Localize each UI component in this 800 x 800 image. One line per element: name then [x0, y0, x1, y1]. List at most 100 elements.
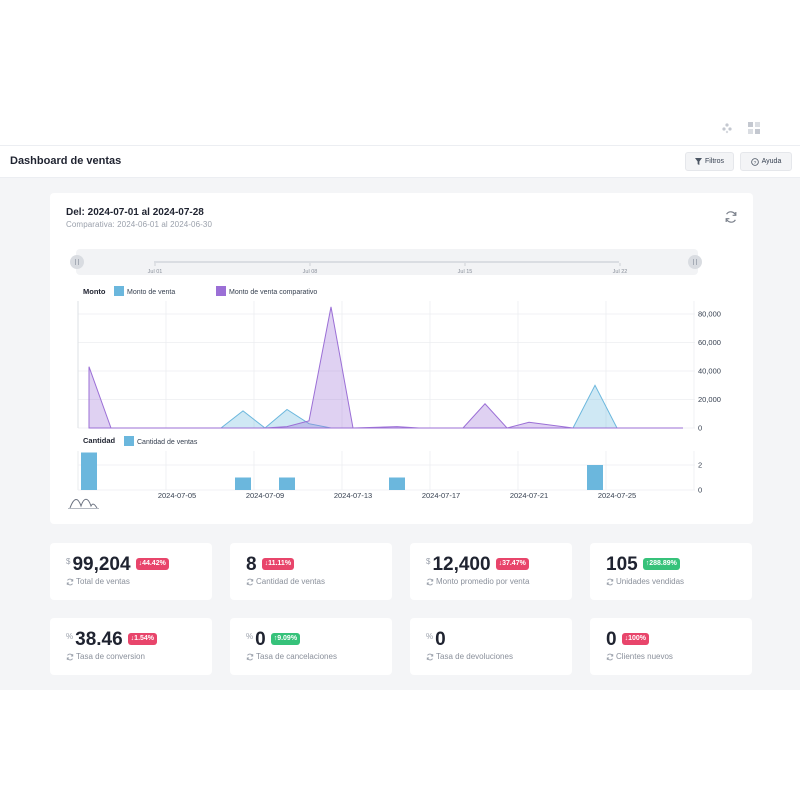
- kpi-label: Unidades vendidas: [606, 577, 684, 586]
- legend-label-comparative[interactable]: Monto de venta comparativo: [229, 289, 317, 296]
- quantity-bar[interactable]: [389, 477, 405, 491]
- kpi-label: Monto promedio por venta: [426, 577, 529, 586]
- navigator-tick-label: Jul 01: [148, 269, 163, 275]
- kpi-card[interactable]: 0 ↓100% Clientes nuevos: [590, 618, 752, 675]
- quantity-bar[interactable]: [279, 477, 295, 491]
- quantity-y-axis: 02: [698, 461, 702, 495]
- sales-chart: Jul 01 Jul 08 Jul 15 Jul 22 Monto Monto de …: [68, 249, 721, 509]
- page-title: Dashboard de ventas: [10, 155, 122, 167]
- kpi-value-row: % 0: [426, 629, 446, 650]
- help-icon: ?: [750, 157, 759, 165]
- kpi-refresh-icon: [246, 653, 254, 660]
- kpi-label: Tasa de devoluciones: [426, 652, 513, 661]
- kpi-change-badge: ↓44.42%: [135, 558, 169, 570]
- kpi-card[interactable]: $99,204 ↓44.42% Total de ventas: [50, 543, 212, 600]
- x-tick-label: 2024-07-13: [334, 491, 372, 500]
- sales-amount-area[interactable]: [89, 384, 683, 429]
- amount-y-axis: 0 20,000 40,000 60,000 80,000: [698, 310, 721, 433]
- amount-y-tick-label: 80,000: [698, 310, 721, 319]
- quantity-y-tick-label: 0: [698, 486, 702, 495]
- kpi-refresh-icon: [246, 578, 254, 585]
- amount-y-tick-label: 20,000: [698, 395, 721, 404]
- top-bar: [0, 0, 800, 146]
- legend-label-quantity[interactable]: Cantidad de ventas: [137, 439, 198, 446]
- navigator-tick-label: Jul 22: [613, 269, 628, 275]
- kpi-value-row: % 38.46 ↓1.54%: [66, 629, 158, 650]
- quantity-bar[interactable]: [235, 477, 251, 491]
- navigator-right-handle[interactable]: [688, 255, 702, 269]
- kpi-label: Total de ventas: [66, 577, 130, 586]
- kpi-value-row: $99,204 ↓44.42%: [66, 554, 169, 575]
- kpi-label-text: Clientes nuevos: [616, 652, 673, 661]
- x-tick-label: 2024-07-05: [158, 491, 196, 500]
- amount-series: [88, 306, 683, 429]
- x-tick-label: 2024-07-25: [598, 491, 636, 500]
- kpi-card[interactable]: % 38.46 ↓1.54% Tasa de conversion: [50, 618, 212, 675]
- kpi-unit-prefix: %: [246, 632, 254, 641]
- kpi-label: Cantidad de ventas: [246, 577, 325, 586]
- x-tick-label: 2024-07-21: [510, 491, 548, 500]
- kpi-unit-prefix: $: [426, 557, 431, 566]
- kpi-refresh-icon: [426, 578, 434, 585]
- quantity-bar[interactable]: [81, 452, 97, 491]
- amount-y-tick-label: 60,000: [698, 338, 721, 347]
- settings-sparkle-icon[interactable]: [720, 121, 734, 135]
- kpi-label-text: Cantidad de ventas: [256, 577, 325, 586]
- quantity-y-tick-label: 2: [698, 461, 702, 470]
- kpi-value: 12,400: [432, 554, 491, 575]
- kpi-value: 0: [255, 629, 266, 650]
- kpi-card[interactable]: % 0 Tasa de devoluciones: [410, 618, 572, 675]
- navigator-tick-label: Jul 08: [303, 269, 318, 275]
- navigator-left-handle[interactable]: [70, 255, 84, 269]
- navigator-tick-label: Jul 15: [458, 269, 473, 275]
- kpi-refresh-icon: [66, 578, 74, 585]
- kpi-change-badge: ↓100%: [621, 633, 649, 645]
- kpi-unit-prefix: $: [66, 557, 71, 566]
- legend-swatch-sales[interactable]: [114, 286, 124, 296]
- help-button-label: Ayuda: [761, 158, 782, 165]
- quantity-bar[interactable]: [587, 465, 603, 490]
- filters-button[interactable]: Filtros: [685, 152, 734, 171]
- page-header: Dashboard de ventas Filtros ? Ayuda: [0, 146, 800, 178]
- kpi-refresh-icon: [66, 653, 74, 660]
- kpi-value: 0: [435, 629, 446, 650]
- kpi-change-badge: ↓1.54%: [127, 633, 158, 645]
- kpi-card[interactable]: $12,400 ↓37.47% Monto promedio por venta: [410, 543, 572, 600]
- grid-view-icon[interactable]: [747, 121, 761, 135]
- kpi-label-text: Unidades vendidas: [616, 577, 685, 586]
- kpi-card[interactable]: % 0 ↑9.09% Tasa de cancelaciones: [230, 618, 392, 675]
- kpi-value-row: 105 ↑288.89%: [606, 554, 680, 575]
- kpi-value-row: 8 ↓11.11%: [246, 554, 295, 575]
- kpi-change-badge: ↓37.47%: [495, 558, 529, 570]
- date-x-axis: 2024-07-05 2024-07-09 2024-07-13 2024-07-17…: [158, 491, 636, 500]
- sparkline-icon: [68, 498, 99, 509]
- kpi-label-text: Tasa de devoluciones: [436, 652, 513, 661]
- x-tick-label: 2024-07-17: [422, 491, 460, 500]
- filters-button-label: Filtros: [704, 158, 725, 165]
- kpi-card[interactable]: 105 ↑288.89% Unidades vendidas: [590, 543, 752, 600]
- kpi-unit-prefix: %: [66, 632, 74, 641]
- kpi-card[interactable]: 8 ↓11.11% Cantidad de ventas: [230, 543, 392, 600]
- kpi-change-badge: ↑288.89%: [642, 558, 680, 570]
- kpi-change-badge: ↑9.09%: [270, 633, 301, 645]
- kpi-label-text: Tasa de conversion: [76, 652, 145, 661]
- legend-swatch-quantity[interactable]: [124, 436, 134, 446]
- app-root: Dashboard de ventas Filtros ? Ayuda Del:…: [0, 0, 800, 800]
- help-button[interactable]: ? Ayuda: [740, 152, 792, 171]
- kpi-label-text: Total de ventas: [76, 577, 130, 586]
- legend-swatch-comparative[interactable]: [216, 286, 226, 296]
- kpi-label: Tasa de conversion: [66, 652, 145, 661]
- kpi-value-row: $12,400 ↓37.47%: [426, 554, 529, 575]
- quantity-chart-title: Cantidad: [83, 436, 116, 445]
- kpi-refresh-icon: [606, 578, 614, 585]
- amount-chart-title: Monto: [83, 287, 106, 296]
- kpi-value: 105: [606, 554, 638, 575]
- kpi-change-badge: ↓11.11%: [261, 558, 295, 570]
- amount-y-tick-label: 0: [698, 424, 702, 433]
- range-navigator[interactable]: Jul 01 Jul 08 Jul 15 Jul 22: [70, 249, 702, 275]
- kpi-value-row: % 0 ↑9.09%: [246, 629, 301, 650]
- kpi-value: 8: [246, 554, 257, 575]
- kpi-label: Tasa de cancelaciones: [246, 652, 337, 661]
- kpi-label-text: Tasa de cancelaciones: [256, 652, 337, 661]
- legend-label-sales[interactable]: Monto de venta: [127, 289, 175, 296]
